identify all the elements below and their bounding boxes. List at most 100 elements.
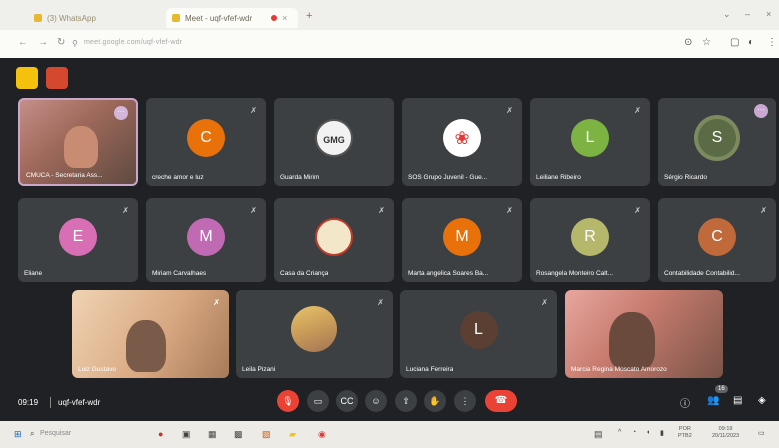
- back-icon[interactable]: ←: [18, 37, 28, 48]
- notifications-icon[interactable]: ▭: [758, 429, 765, 437]
- info-icon[interactable]: ⓘ: [680, 395, 690, 410]
- mic-off-icon: ✗: [250, 106, 257, 115]
- extension-icon[interactable]: ◐: [748, 37, 754, 48]
- folder-icon[interactable]: ▰: [289, 429, 296, 440]
- participant-tile[interactable]: ✗ M Marta angelica Soares Ba...: [402, 198, 522, 282]
- participant-tile[interactable]: ⋯ S Sérgio Ricardo: [658, 98, 776, 186]
- participant-video: [609, 312, 655, 370]
- activities-icon[interactable]: [16, 67, 38, 89]
- search-icon[interactable]: ⌕: [30, 429, 34, 439]
- mic-off-icon: ✗: [634, 206, 641, 215]
- emoji-button[interactable]: ☺: [365, 390, 387, 412]
- sidebar-icon[interactable]: ▢: [730, 37, 739, 48]
- record-icon[interactable]: [46, 67, 68, 89]
- speaking-indicator-icon: ⋯: [754, 104, 768, 118]
- end-call-button[interactable]: ☎: [485, 390, 517, 412]
- participant-count-badge: 16: [715, 385, 728, 393]
- widget-icon[interactable]: ●: [158, 429, 163, 439]
- file-explorer-icon[interactable]: ▦: [208, 429, 217, 440]
- reload-icon[interactable]: ↻: [57, 37, 65, 48]
- meet-controls-bar: 09:19 uqf-vfef-wdr 🎙 ▭ CC ☺ ⇧ ✋ ⋮ ☎ ⓘ 16…: [0, 385, 779, 421]
- app-icon[interactable]: ▧: [262, 429, 271, 440]
- participant-tile[interactable]: ✗ R Rosangela Monteiro Calt...: [530, 198, 650, 282]
- avatar: E: [59, 217, 97, 256]
- meet-window: ⋯ CMUCA - Secretaria Ass... ✗ C creche a…: [0, 58, 779, 421]
- task-view-icon[interactable]: ▣: [182, 429, 191, 440]
- captions-button[interactable]: CC: [336, 390, 358, 412]
- participant-video: [64, 126, 98, 168]
- people-icon[interactable]: 👥: [707, 395, 719, 406]
- participant-tile[interactable]: ✗ Casa da Criança: [274, 198, 394, 282]
- avatar: R: [571, 217, 609, 256]
- language-indicator[interactable]: POR PTB2: [678, 426, 692, 440]
- participant-tile[interactable]: ✗ Leila Pizani: [236, 290, 393, 378]
- chrome-icon[interactable]: ◉: [318, 429, 326, 440]
- menu-icon[interactable]: ⋮: [767, 37, 777, 48]
- close-tab-icon[interactable]: ×: [282, 13, 287, 23]
- mic-off-icon: ✗: [250, 206, 257, 215]
- meeting-time: 09:19: [18, 398, 39, 407]
- forward-icon[interactable]: →: [38, 37, 48, 48]
- present-button[interactable]: ⇧: [395, 390, 417, 412]
- mic-off-icon: ✗: [634, 106, 641, 115]
- camera-toggle-button[interactable]: ▭: [307, 390, 329, 412]
- avatar: M: [187, 217, 225, 256]
- browser-tab-bar: (3) WhatsApp × Meet - uqf-vfef-wdr × + ⌄…: [0, 0, 779, 30]
- guarda-mirim-logo: GMG: [315, 119, 353, 158]
- windows-start-icon[interactable]: ⊞: [14, 429, 22, 440]
- address-bar: ← → ↻ ⚲ meet.google.com/uqf-vfef-wdr ⊙ ☆…: [0, 30, 779, 58]
- participant-tile[interactable]: ✗ M Miriam Carvalhaes: [146, 198, 266, 282]
- whatsapp-icon: [34, 14, 42, 22]
- url-field[interactable]: meet.google.com/uqf-vfef-wdr: [84, 39, 182, 46]
- participant-tile[interactable]: ✗ E Eliane: [18, 198, 138, 282]
- tray-chevron-icon[interactable]: ^: [618, 429, 621, 436]
- participant-tile[interactable]: ✗ Luiz Gustavo: [72, 290, 229, 378]
- activities-icon[interactable]: ◈: [758, 395, 766, 406]
- participant-tile[interactable]: Marcia Regina Moscato Amorozo: [565, 290, 723, 378]
- more-options-button[interactable]: ⋮: [454, 390, 476, 412]
- store-icon[interactable]: ▩: [234, 429, 243, 440]
- participant-tile[interactable]: GMG Guarda Mirim: [274, 98, 394, 186]
- mic-off-icon: ✗: [760, 206, 767, 215]
- participant-tile[interactable]: ✗ L Luciana Ferreira: [400, 290, 557, 378]
- mic-off-icon: ✗: [541, 298, 548, 307]
- avatar: S: [698, 119, 736, 158]
- mic-off-icon: ✗: [213, 298, 220, 307]
- camera-permission-icon[interactable]: ⊙: [684, 37, 692, 48]
- taskbar-search[interactable]: Pesquisar: [40, 430, 71, 437]
- mic-off-icon: ✗: [122, 206, 129, 215]
- sos-flower-logo: ❀: [443, 119, 481, 158]
- participant-tile[interactable]: ✗ L Leiliane Ribeiro: [530, 98, 650, 186]
- participant-tile[interactable]: ✗ C Contabilidade Contabilid...: [658, 198, 776, 282]
- taskbar-clock[interactable]: 09:19 20/11/2023: [712, 426, 739, 440]
- chat-icon[interactable]: ▤: [733, 395, 742, 406]
- avatar: C: [698, 217, 736, 256]
- minimize-button[interactable]: –: [745, 9, 750, 19]
- mic-toggle-button[interactable]: 🎙: [277, 390, 299, 412]
- battery-icon[interactable]: ▮: [660, 429, 664, 437]
- bookmark-star-icon[interactable]: ☆: [702, 37, 711, 48]
- mic-off-icon: ✗: [377, 298, 384, 307]
- meet-icon: [172, 14, 180, 22]
- tab-search-icon[interactable]: ⌄: [723, 9, 731, 20]
- participant-tile[interactable]: ✗ C creche amor e luz: [146, 98, 266, 186]
- wifi-icon[interactable]: ◔: [632, 429, 636, 436]
- raise-hand-button[interactable]: ✋: [424, 390, 446, 412]
- taskbar-app-icon[interactable]: ▤: [594, 429, 603, 440]
- volume-icon[interactable]: ◖: [646, 429, 650, 436]
- participant-tile[interactable]: ✗ ❀ SOS Grupo Juvenil - Gue...: [402, 98, 522, 186]
- casa-da-crianca-logo: [315, 217, 353, 256]
- participant-photo: [291, 306, 337, 352]
- more-options-icon[interactable]: ⋯: [114, 106, 128, 120]
- site-info-icon[interactable]: ⚲: [72, 39, 78, 48]
- participant-tile[interactable]: ⋯ CMUCA - Secretaria Ass...: [18, 98, 138, 186]
- mic-off-icon: ✗: [378, 206, 385, 215]
- windows-taskbar: ⊞ ⌕ Pesquisar ● ▣ ▦ ▩ ▧ ▰ ◉ ▤ ^ ◔ ◖ ▮ PO…: [0, 421, 779, 448]
- recording-icon: [271, 15, 278, 21]
- avatar: M: [443, 217, 481, 256]
- avatar: C: [187, 119, 225, 158]
- close-window-button[interactable]: ×: [766, 9, 771, 19]
- mic-off-icon: ✗: [506, 106, 513, 115]
- new-tab-button[interactable]: +: [306, 10, 312, 22]
- tab-meet[interactable]: Meet - uqf-vfef-wdr ×: [166, 8, 298, 28]
